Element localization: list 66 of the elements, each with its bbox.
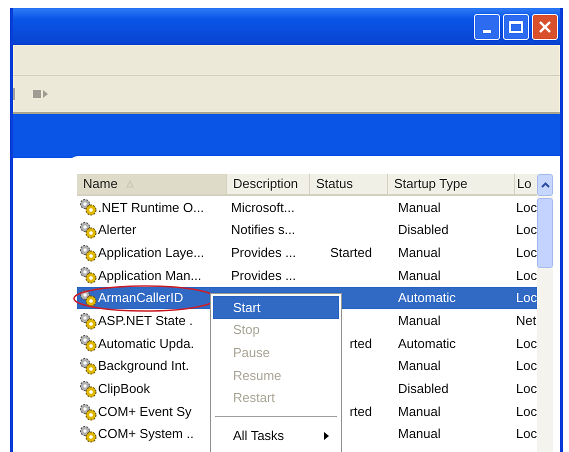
service-name[interactable]: COM+ Event Sy — [98, 402, 192, 422]
table-cell: Manual — [398, 313, 441, 328]
table-cell: Microsoft... — [231, 200, 295, 215]
column-header[interactable]: Startup Type — [388, 174, 515, 194]
gears-icon — [79, 334, 97, 352]
service-name[interactable]: Automatic Upda. — [98, 334, 194, 354]
table-cell-text: rted — [350, 402, 372, 421]
table-cell: Loc — [516, 200, 537, 215]
table-cell: Loc — [516, 268, 537, 283]
table-cell: Notifies s... — [231, 222, 296, 238]
submenu-arrow-icon — [324, 432, 329, 440]
close-button[interactable] — [532, 14, 558, 40]
service-name[interactable]: ClipBook — [98, 379, 150, 399]
table-cell: Provides ... — [231, 244, 296, 260]
maximize-button[interactable] — [503, 14, 529, 40]
table-cell-text: rted — [350, 334, 372, 353]
gears-icon — [79, 244, 97, 262]
service-name[interactable]: COM+ System .. — [98, 424, 194, 444]
column-header[interactable]: Name — [77, 174, 227, 194]
gears-icon — [79, 266, 97, 284]
table-cell: Loc — [516, 426, 537, 442]
gears-icon — [79, 402, 97, 421]
table-cell: Manual — [398, 268, 441, 283]
table-cell-text: Started — [330, 244, 372, 262]
table-cell: Manual — [398, 358, 441, 374]
scroll-thumb[interactable] — [537, 198, 553, 268]
table-cell: Manual — [398, 426, 441, 442]
service-name[interactable]: Application Laye... — [98, 242, 204, 262]
table-cell: Disabled — [398, 222, 449, 238]
gears-icon — [79, 380, 97, 398]
gears-icon — [79, 198, 97, 216]
column-header[interactable]: Lo — [515, 174, 539, 194]
table-cell: Loc — [516, 336, 537, 351]
table-cell: Disabled — [398, 381, 449, 396]
table-cell: Manual — [398, 404, 441, 419]
menu-item[interactable]: Start — [213, 296, 339, 319]
scrollbar[interactable] — [537, 174, 553, 452]
service-name[interactable]: Alerter — [98, 220, 136, 240]
column-header[interactable]: Description — [227, 174, 310, 194]
minimize-button[interactable] — [474, 14, 500, 40]
service-name[interactable]: .NET Runtime O... — [98, 198, 204, 218]
scroll-up-button[interactable] — [537, 174, 553, 196]
table-cell: Loc — [516, 404, 537, 419]
table-cell: Provides ... — [231, 268, 296, 283]
table-cell: Loc — [516, 244, 537, 260]
table-cell: Manual — [398, 244, 441, 260]
table-cell: Loc — [516, 222, 537, 238]
gears-icon — [79, 221, 97, 240]
table-cell: Automatic — [398, 290, 456, 306]
table-cell: Automatic — [398, 336, 456, 351]
service-name[interactable]: ASP.NET State . — [98, 311, 193, 331]
service-name[interactable]: Application Man... — [98, 266, 202, 286]
table-cell: Loc — [516, 358, 537, 374]
table-cell: Loc — [516, 290, 537, 306]
menu-item[interactable]: All Tasks — [213, 424, 339, 448]
gears-icon — [79, 357, 97, 376]
table-cell: Loc — [516, 381, 537, 396]
gears-icon — [79, 289, 97, 308]
caret-up-icon — [540, 182, 550, 188]
close-icon — [538, 20, 552, 34]
column-header[interactable]: Status — [310, 174, 388, 194]
table-cell: Net — [516, 313, 536, 328]
table-cell: Manual — [398, 200, 441, 215]
gears-icon — [79, 312, 97, 330]
gears-icon — [79, 425, 97, 444]
service-name[interactable]: Background Int. — [98, 356, 190, 376]
